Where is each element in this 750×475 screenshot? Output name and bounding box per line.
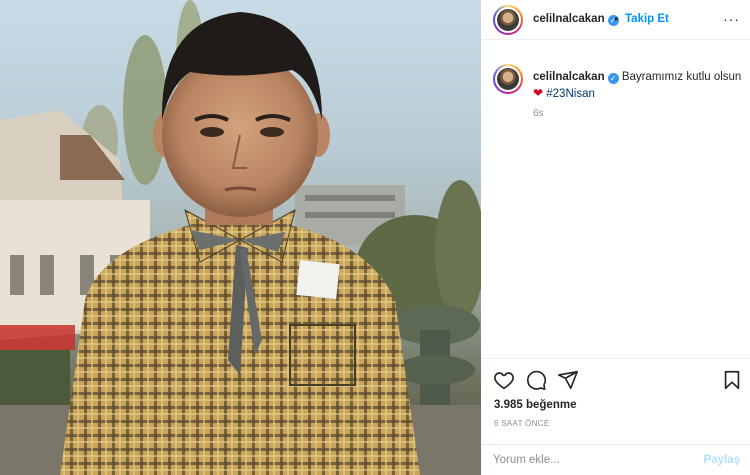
post-actions: 3.985 beğenme 6 SAAT ÖNCE Paylaş	[481, 358, 750, 475]
comment-icon[interactable]	[525, 369, 547, 391]
heart-icon[interactable]	[493, 369, 515, 391]
paper-plane-icon[interactable]	[557, 369, 579, 391]
separator-dot: •	[614, 12, 619, 26]
action-icons	[493, 369, 740, 391]
comment-input[interactable]	[493, 454, 673, 466]
post-header: celilnalcakan ✓ • Takip Et ···	[481, 0, 750, 40]
profile-photo	[497, 9, 519, 31]
profile-photo	[497, 68, 519, 90]
heart-emoji: ❤	[533, 86, 544, 100]
post-photo-illustration	[0, 0, 481, 475]
caption-body: Bayramımız kutlu olsun	[621, 71, 742, 83]
caption-username[interactable]: celilnalcakan	[533, 71, 605, 83]
hashtag-link[interactable]: #23Nisan	[546, 88, 595, 100]
comment-box: Paylaş	[481, 444, 750, 475]
like-count[interactable]: 3.985 beğenme	[494, 399, 576, 411]
more-options-icon[interactable]: ···	[723, 11, 740, 27]
username-text[interactable]: celilnalcakan	[533, 13, 605, 25]
post-side-panel: celilnalcakan ✓ • Takip Et ··· celilnalca…	[481, 0, 750, 475]
follow-button[interactable]: Takip Et	[625, 13, 669, 25]
bookmark-icon[interactable]	[721, 369, 743, 391]
post-image[interactable]	[0, 0, 481, 475]
header-username[interactable]: celilnalcakan ✓	[533, 13, 619, 26]
post-timestamp: 6 SAAT ÖNCE	[494, 419, 550, 428]
avatar[interactable]	[493, 5, 523, 35]
caption-avatar[interactable]	[493, 64, 523, 94]
caption-timestamp[interactable]: 6s	[533, 108, 544, 119]
post-comment-button[interactable]: Paylaş	[704, 454, 740, 466]
caption-text: celilnalcakan ✓ Bayramımız kutlu olsun ❤ …	[533, 69, 743, 102]
verified-badge-icon: ✓	[607, 73, 619, 84]
